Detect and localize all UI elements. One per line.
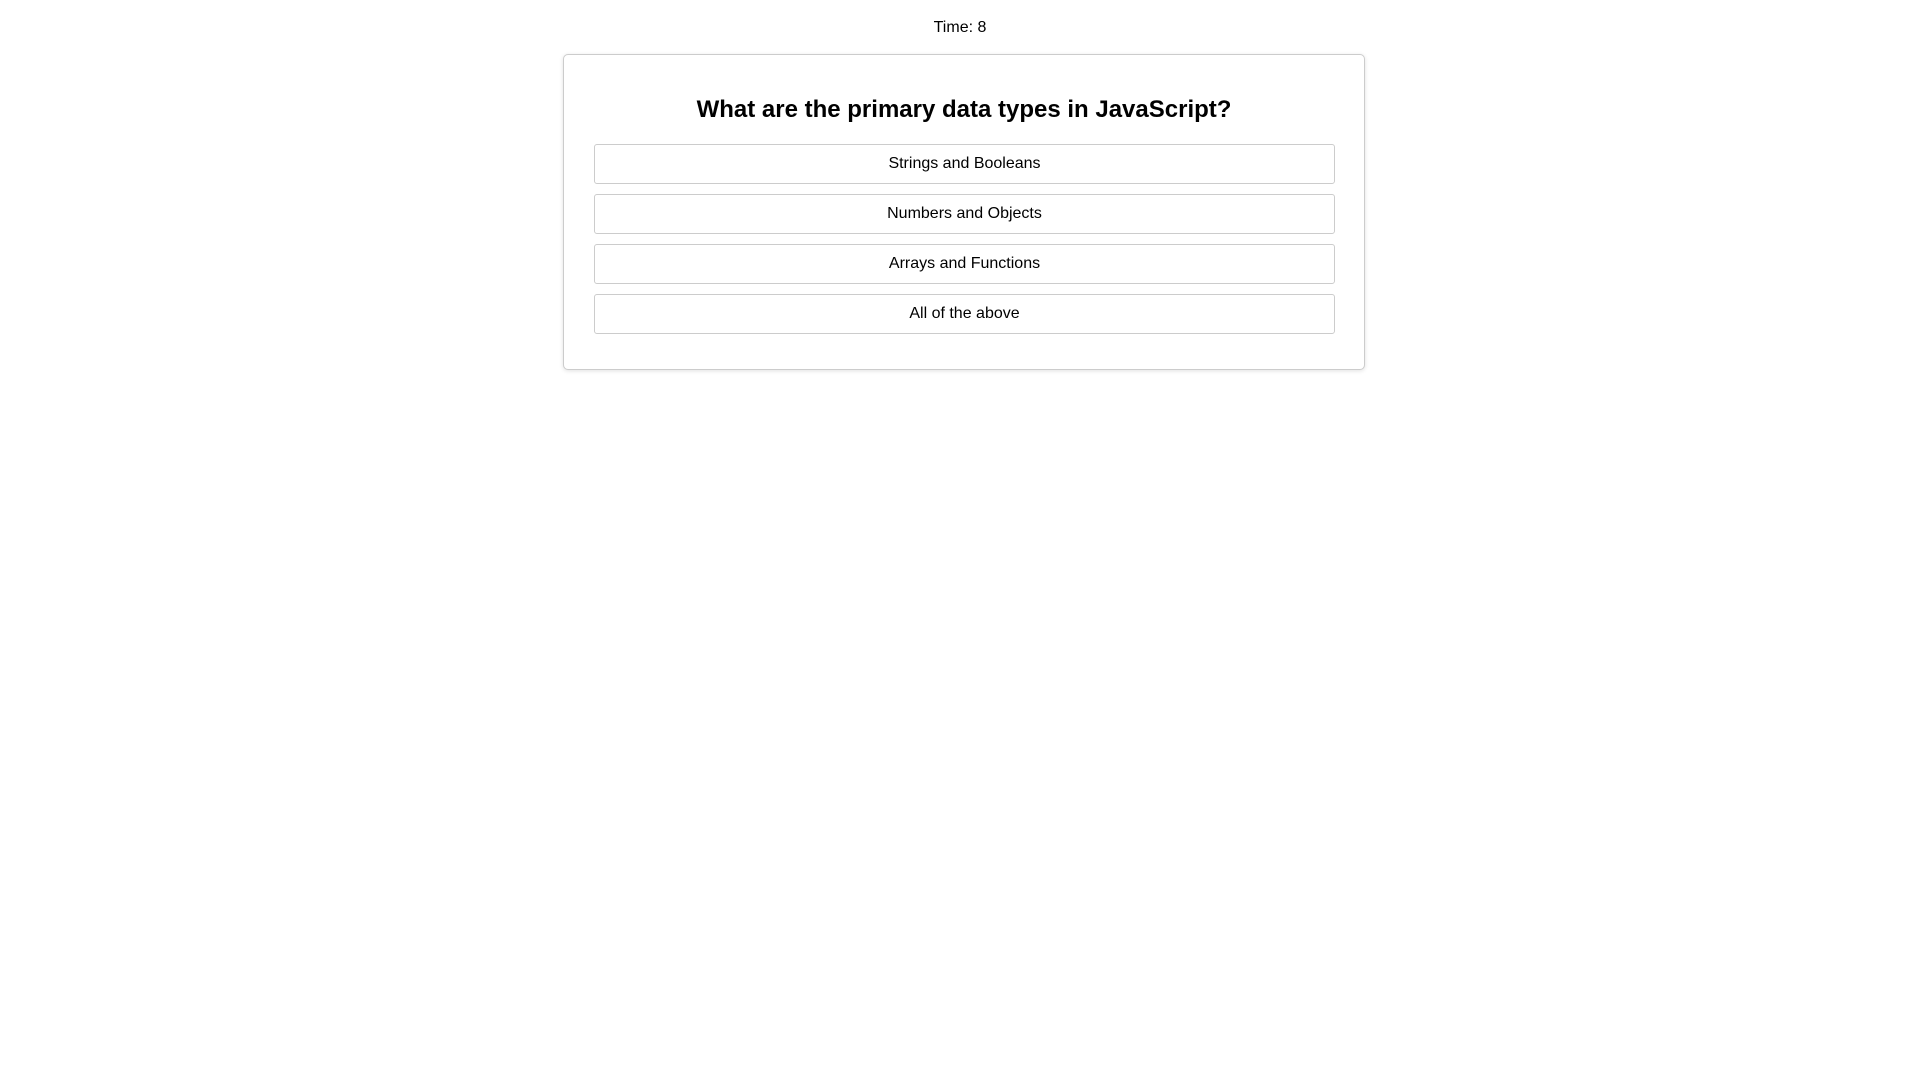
quiz-card: What are the primary data types in JavaS… [563,54,1365,370]
answer-list: Strings and Booleans Numbers and Objects… [594,144,1335,344]
timer-display: Time: 8 [933,19,987,36]
question-title: What are the primary data types in JavaS… [696,96,1232,123]
answer-button-all-of-the-above[interactable]: All of the above [594,294,1335,334]
answer-button-arrays-functions[interactable]: Arrays and Functions [594,244,1335,284]
answer-button-strings-booleans[interactable]: Strings and Booleans [594,144,1335,184]
answer-button-numbers-objects[interactable]: Numbers and Objects [594,194,1335,234]
